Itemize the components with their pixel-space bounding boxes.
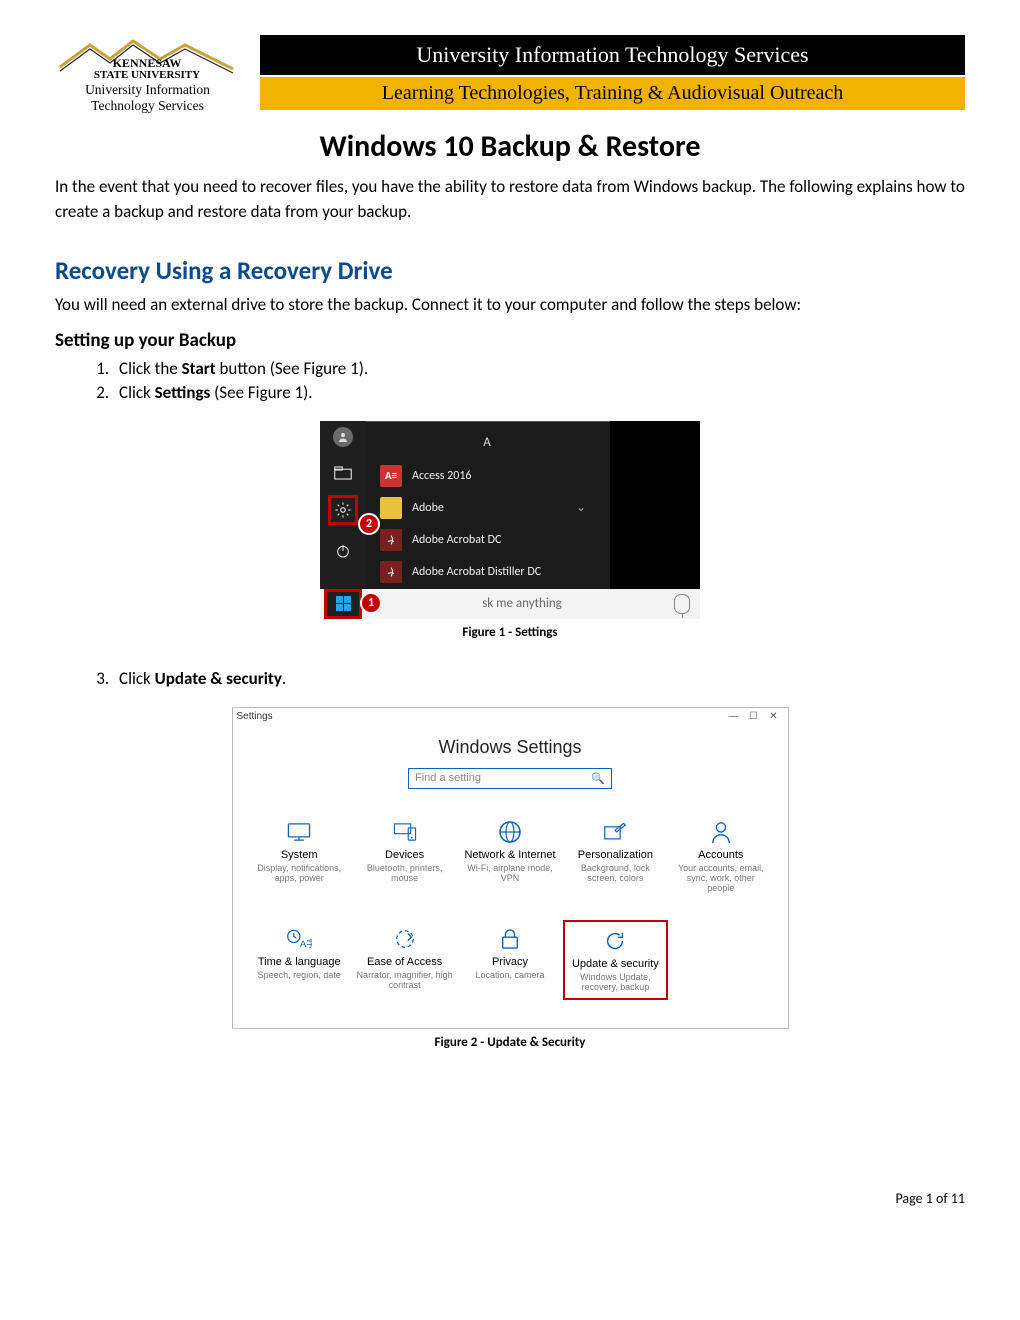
figure-2-caption: Figure 2 - Update & Security — [55, 1035, 965, 1050]
settings-tile-update-security[interactable]: Update & security Windows Update, recove… — [563, 920, 668, 1001]
user-avatar-icon[interactable] — [333, 427, 353, 447]
globe-icon — [461, 819, 558, 845]
settings-tile-network[interactable]: Network & Internet Wi-Fi, airplane mode,… — [457, 813, 562, 900]
svg-text:A字: A字 — [300, 937, 312, 949]
svg-text:KENNESAW: KENNESAW — [113, 56, 182, 70]
list-item: Click Update & security. — [113, 668, 965, 689]
acrobat-icon — [380, 529, 402, 551]
time-language-icon: A字 — [251, 926, 348, 952]
settings-tile-accounts[interactable]: Accounts Your accounts, email, sync, wor… — [668, 813, 773, 900]
cortana-search-input[interactable]: sk me anything — [372, 596, 668, 611]
close-button[interactable]: ✕ — [764, 711, 784, 722]
figure-1-caption: Figure 1 - Settings — [55, 625, 965, 640]
maximize-button[interactable]: ☐ — [744, 711, 764, 722]
banner-primary: University Information Technology Servic… — [260, 35, 965, 75]
section-description: You will need an external drive to store… — [55, 294, 965, 315]
settings-tile-time-language[interactable]: A字 Time & language Speech, region, date — [247, 920, 352, 1001]
chevron-down-icon: ⌄ — [576, 500, 586, 515]
settings-search-input[interactable]: Find a setting 🔍 — [408, 768, 612, 789]
svg-text:STATE UNIVERSITY: STATE UNIVERSITY — [94, 69, 200, 80]
page-number: Page 1 of 11 — [55, 1190, 965, 1207]
banner-secondary: Learning Technologies, Training & Audiov… — [260, 77, 965, 110]
app-list-header: A — [380, 435, 594, 450]
search-icon: 🔍 — [591, 772, 605, 785]
intro-paragraph: In the event that you need to recover fi… — [55, 175, 965, 224]
settings-button[interactable] — [328, 495, 358, 525]
settings-tile-personalization[interactable]: Personalization Background, lock screen,… — [563, 813, 668, 900]
folder-icon — [380, 497, 402, 519]
ksu-logo: KENNESAW STATE UNIVERSITY University Inf… — [55, 35, 240, 114]
list-item: Click the Start button (See Figure 1). — [113, 358, 965, 379]
windows-logo-icon — [336, 596, 351, 611]
figure-1: 2 A A≡ Access 2016 Adobe ⌄ Adobe Acrobat… — [55, 421, 965, 640]
start-app-item[interactable]: Adobe ⌄ — [372, 492, 594, 524]
start-app-item[interactable]: Adobe Acrobat DC — [372, 524, 594, 556]
personalization-icon — [567, 819, 664, 845]
callout-2: 2 — [358, 513, 380, 535]
settings-heading: Windows Settings — [233, 737, 788, 758]
steps-list-cont: Click Update & security. — [85, 668, 965, 689]
document-title: Windows 10 Backup & Restore — [55, 128, 965, 165]
lock-icon — [461, 926, 558, 952]
logo-subtitle-1: University Information — [55, 82, 240, 98]
mountain-logo-icon: KENNESAW STATE UNIVERSITY — [55, 35, 240, 80]
figure-2: Settings — ☐ ✕ Windows Settings Find a s… — [55, 707, 965, 1051]
power-icon[interactable] — [333, 541, 353, 561]
section-heading: Recovery Using a Recovery Drive — [55, 255, 965, 286]
window-titlebar: Settings — ☐ ✕ — [233, 708, 788, 725]
header: KENNESAW STATE UNIVERSITY University Inf… — [55, 35, 965, 114]
subsection-heading: Setting up your Backup — [55, 329, 965, 352]
file-explorer-icon[interactable] — [333, 463, 353, 483]
settings-tile-system[interactable]: System Display, notifications, apps, pow… — [247, 813, 352, 900]
devices-icon — [356, 819, 453, 845]
acrobat-distiller-icon — [380, 561, 402, 583]
microphone-icon[interactable] — [674, 594, 690, 614]
minimize-button[interactable]: — — [724, 711, 744, 722]
start-app-item[interactable]: A≡ Access 2016 — [372, 460, 594, 492]
system-icon — [251, 819, 348, 845]
ease-of-access-icon — [356, 926, 453, 952]
accounts-icon — [672, 819, 769, 845]
update-security-icon — [569, 928, 662, 954]
steps-list: Click the Start button (See Figure 1). C… — [85, 358, 965, 403]
settings-tile-privacy[interactable]: Privacy Location, camera — [457, 920, 562, 1001]
start-app-item[interactable]: Adobe Acrobat Distiller DC — [372, 556, 594, 588]
logo-subtitle-2: Technology Services — [55, 98, 240, 114]
access-icon: A≡ — [380, 465, 402, 487]
settings-tile-ease-of-access[interactable]: Ease of Access Narrator, magnifier, high… — [352, 920, 457, 1001]
window-title: Settings — [237, 711, 273, 722]
callout-1: 1 — [360, 592, 382, 614]
empty-tile — [668, 920, 773, 1001]
settings-tile-devices[interactable]: Devices Bluetooth, printers, mouse — [352, 813, 457, 900]
gear-icon — [333, 500, 353, 520]
start-tiles-area — [610, 421, 700, 589]
list-item: Click Settings (See Figure 1). — [113, 382, 965, 403]
start-button[interactable] — [324, 589, 362, 619]
